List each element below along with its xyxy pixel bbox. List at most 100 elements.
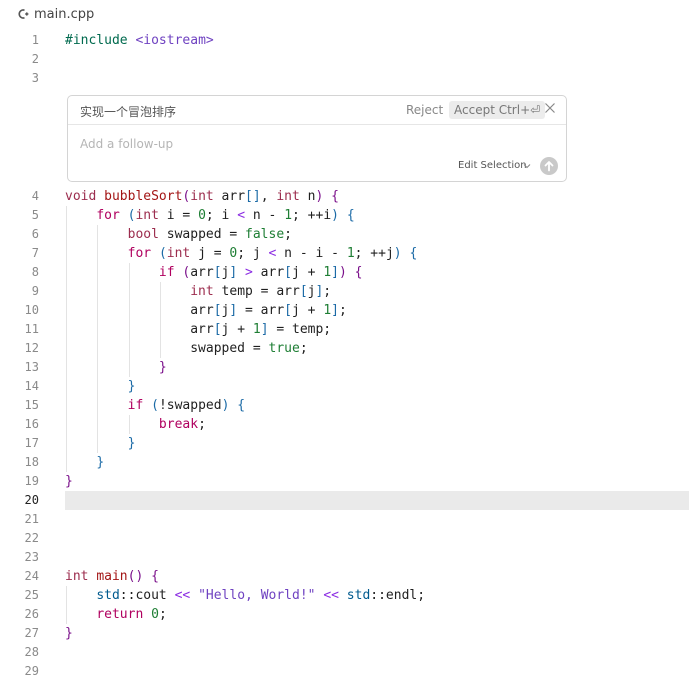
code-token: ::cout [119, 588, 175, 603]
code-line[interactable]: 8 if (arr[j] > arr[j + 1]) { [0, 263, 689, 282]
code-line[interactable]: 11 arr[j + 1] = temp; [0, 320, 689, 339]
reject-button[interactable]: Reject [404, 101, 445, 119]
code-line[interactable]: 23 [0, 548, 689, 567]
line-number: 17 [24, 436, 39, 450]
code-line[interactable]: 13 } [0, 358, 689, 377]
code-line[interactable]: 2 [0, 50, 689, 69]
accept-button[interactable]: Accept Ctrl+⏎ [449, 101, 546, 119]
code-token: 1 [323, 303, 332, 318]
code-line[interactable]: 29 [0, 662, 689, 681]
code-token: () [127, 569, 144, 584]
code-text: break; [65, 415, 206, 434]
code-line[interactable]: 19} [0, 472, 689, 491]
code-token: swapped = [158, 227, 246, 242]
code-token: if [158, 265, 175, 280]
code-token: [ [284, 303, 292, 318]
code-token: for [96, 208, 120, 223]
line-number: 7 [31, 246, 39, 260]
code-line[interactable]: 26 return 0; [0, 605, 689, 624]
code-text: arr[j + 1] = temp; [65, 320, 331, 339]
code-token: int [190, 284, 214, 299]
code-line[interactable]: 5 for (int i = 0; i < n - 1; ++i) { [0, 206, 689, 225]
code-line[interactable]: 25 std::cout << "Hello, World!" << std::… [0, 586, 689, 605]
code-line[interactable]: 20 [0, 491, 689, 510]
edit-selection-dropdown[interactable]: Edit Selection [458, 160, 527, 171]
code-token: ; j [237, 246, 269, 261]
line-number: 13 [24, 360, 39, 374]
code-token: ( [158, 246, 167, 261]
code-token: [ [213, 322, 222, 337]
line-number: 5 [31, 208, 39, 222]
send-button[interactable] [540, 157, 558, 175]
indent-guide [160, 282, 161, 358]
code-token: 1 [323, 265, 332, 280]
code-text: int main() { [65, 567, 159, 586]
code-line[interactable]: 15 if (!swapped) { [0, 396, 689, 415]
code-token: , [260, 189, 277, 204]
code-token: for [127, 246, 152, 261]
code-token: swapped = [65, 341, 269, 356]
code-line[interactable]: 3 [0, 69, 689, 88]
code-token: << [323, 588, 339, 603]
line-number: 11 [24, 322, 39, 336]
code-line[interactable]: 21 [0, 510, 689, 529]
code-token: j = [190, 246, 230, 261]
code-token: } [65, 626, 73, 641]
code-line[interactable]: 16 break; [0, 415, 689, 434]
indent-guide [66, 206, 67, 472]
line-number: 3 [31, 71, 39, 85]
line-number: 27 [24, 626, 39, 640]
code-token: ) [393, 246, 402, 261]
followup-input[interactable] [80, 135, 550, 153]
code-token: 0 [151, 607, 159, 622]
line-number: 23 [24, 550, 39, 564]
code-line[interactable]: 9 int temp = arr[j]; [0, 282, 689, 301]
code-token: { [237, 398, 246, 413]
line-number: 12 [24, 341, 39, 355]
code-line[interactable]: 22 [0, 529, 689, 548]
code-line[interactable]: 1 #include <iostream> [0, 31, 689, 50]
code-token: n - [245, 208, 285, 223]
code-token: true [268, 341, 300, 356]
code-token: ; [338, 303, 347, 318]
code-text: bool swapped = false; [65, 225, 292, 244]
code-token: int [166, 246, 191, 261]
code-line[interactable]: 27} [0, 624, 689, 643]
code-token: if [127, 398, 144, 413]
code-token: ; [158, 607, 167, 622]
code-line[interactable]: 14 } [0, 377, 689, 396]
code-token: ; [284, 227, 292, 242]
close-icon[interactable] [544, 101, 556, 115]
code-token: ; [299, 341, 308, 356]
code-line[interactable]: 28 [0, 643, 689, 662]
code-token: std [346, 588, 371, 603]
code-line[interactable]: 24 int main() { [0, 567, 689, 586]
line-number: 10 [24, 303, 39, 317]
code-token: ; [198, 417, 206, 432]
code-token: arr [65, 322, 214, 337]
code-token: ; [323, 284, 332, 299]
code-line[interactable]: 6 bool swapped = false; [0, 225, 689, 244]
code-line[interactable]: 7 for (int j = 0; j < n - i - 1; ++j) { [0, 244, 689, 263]
line-number: 8 [31, 265, 39, 279]
tab-filename[interactable]: main.cpp [34, 7, 94, 22]
code-token: ( [151, 398, 159, 413]
line-number: 6 [31, 227, 39, 241]
line-number: 18 [24, 455, 39, 469]
code-token: ] [331, 265, 339, 280]
line-number: 16 [24, 417, 39, 431]
code-token: "Hello, World!" [198, 588, 316, 603]
chevron-down-icon[interactable] [523, 163, 531, 169]
code-line[interactable]: 10 arr[j] = arr[j + 1]; [0, 301, 689, 320]
code-line[interactable]: 17 } [0, 434, 689, 453]
code-line[interactable]: 18 } [0, 453, 689, 472]
code-line[interactable]: 4 void bubbleSort(int arr[], int n) { [0, 187, 689, 206]
inline-chat-prompt: 实现一个冒泡排序 [80, 105, 177, 119]
code-line[interactable]: 12 swapped = true; [0, 339, 689, 358]
